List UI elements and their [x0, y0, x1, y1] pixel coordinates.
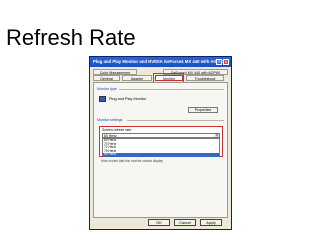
tab-general[interactable]: General — [93, 75, 120, 81]
display-properties-dialog: Plug and Play Monitor and NVIDIA GeForce… — [89, 56, 232, 230]
monitor-name: Plug and Play Monitor — [109, 97, 147, 101]
refresh-rate-option-85[interactable]: 85 Hertz — [103, 152, 219, 157]
monitor-settings-label: Monitor settings — [97, 118, 123, 122]
hide-modes-checkbox[interactable]: Hide modes that this monitor cannot disp… — [101, 159, 163, 163]
close-button[interactable]: × — [223, 59, 229, 65]
dialog-titlebar[interactable]: Plug and Play Monitor and NVIDIA GeForce… — [90, 57, 231, 67]
refresh-rate-highlight: Screen refresh rate: 85 Hertz ▾ 60 Hertz… — [99, 126, 223, 157]
properties-button[interactable]: Properties — [188, 107, 218, 113]
divider — [127, 120, 224, 121]
apply-button[interactable]: Apply — [200, 219, 222, 226]
monitor-type-label: Monitor type — [97, 87, 117, 91]
monitor-icon — [99, 96, 106, 102]
slide-title: Refresh Rate — [6, 25, 136, 50]
chevron-down-icon[interactable]: ▾ — [215, 134, 219, 137]
monitor-tab-panel: Monitor type Plug and Play Monitor Prope… — [93, 82, 228, 218]
help-button[interactable]: ? — [216, 59, 222, 65]
cancel-button[interactable]: Cancel — [174, 219, 196, 226]
divider — [119, 89, 224, 90]
refresh-rate-label: Screen refresh rate: — [102, 128, 132, 132]
refresh-rate-list[interactable]: 60 Hertz 70 Hertz 72 Hertz 75 Hertz 85 H… — [102, 138, 220, 157]
dialog-title: Plug and Play Monitor and NVIDIA GeForce… — [93, 59, 225, 64]
tab-troubleshoot[interactable]: Troubleshoot — [186, 75, 224, 81]
tab-adapter[interactable]: Adapter — [122, 75, 152, 81]
dialog-button-row: OK Cancel Apply — [90, 219, 231, 227]
ok-button[interactable]: OK — [148, 219, 170, 226]
